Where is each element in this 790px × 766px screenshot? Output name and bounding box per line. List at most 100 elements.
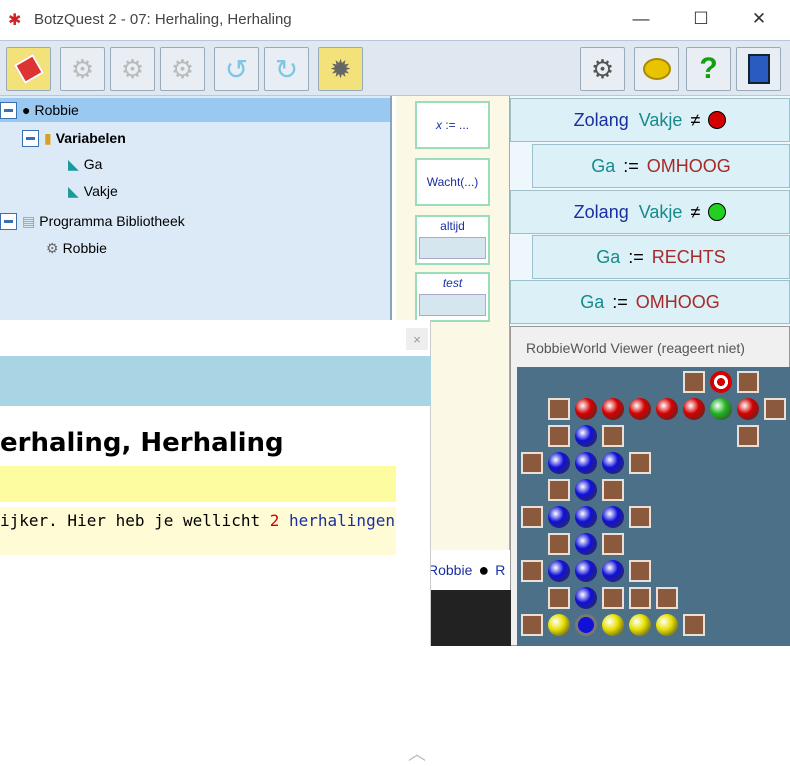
target-icon	[710, 371, 732, 393]
wall-block	[737, 371, 759, 393]
ball-red	[629, 398, 651, 420]
wall-block	[548, 533, 570, 555]
gears-icon: ⚙	[590, 53, 615, 84]
tree-item-ga[interactable]: ◣ Ga	[68, 152, 102, 176]
keyword: Zolang	[573, 201, 629, 222]
wall-block	[602, 425, 624, 447]
tree-item-variabelen[interactable]: ▮ Variabelen	[22, 126, 126, 150]
tree-item-vakje[interactable]: ◣ Vakje	[68, 179, 118, 203]
scroll-up-icon[interactable]: ︿	[408, 740, 426, 766]
ball-red	[737, 398, 759, 420]
operator: ≠	[690, 109, 701, 130]
tree-item-label: Vakje	[83, 183, 118, 199]
library-icon: ▤	[22, 212, 36, 229]
tree-item-label: Programma Bibliotheek	[39, 213, 185, 229]
close-button[interactable]: ✕	[736, 0, 782, 38]
redo-button[interactable]: ↻	[264, 47, 309, 91]
gear-plus-icon: ⚙	[170, 53, 195, 84]
collapse-toggle[interactable]	[0, 212, 17, 230]
tree-item-bibliotheek[interactable]: ▤ Programma Bibliotheek	[0, 209, 185, 233]
run-button[interactable]: ✹	[318, 47, 363, 91]
collapse-toggle[interactable]	[0, 101, 17, 119]
medal-icon	[642, 58, 671, 80]
value: OMHOOG	[635, 291, 720, 312]
help-highlight	[0, 466, 396, 502]
red-dot-icon	[708, 111, 727, 129]
ball-blue	[575, 425, 597, 447]
world-grid[interactable]	[517, 367, 790, 646]
tree-item-robbie-routine[interactable]: ⚙ Robbie	[46, 236, 107, 260]
wall-block	[602, 479, 624, 501]
wait-label: Wacht(...)	[426, 175, 479, 189]
gear-plus-icon: ⚙	[120, 53, 145, 84]
code-row-while[interactable]: Zolang Vakje ≠	[510, 190, 790, 234]
wall-block	[629, 506, 651, 528]
wall-block	[602, 587, 624, 609]
redo-icon: ↻	[274, 53, 299, 85]
operator: ≠	[690, 201, 701, 222]
assign-statement[interactable]: x := ...	[415, 101, 490, 149]
maximize-button[interactable]: ☐	[678, 0, 724, 38]
value: RECHTS	[651, 246, 726, 267]
robot-icon	[575, 614, 597, 636]
status-trailing: R	[495, 562, 506, 578]
help-link[interactable]: herhalingen	[289, 511, 395, 530]
help-paragraph: ijker. Hier heb je wellicht 2 herhalinge…	[0, 507, 396, 555]
wall-block	[629, 560, 651, 582]
code-row-assign[interactable]: Ga:= OMHOOG	[510, 280, 790, 324]
exit-button[interactable]	[736, 47, 781, 91]
wall-block	[521, 452, 543, 474]
keyword: Zolang	[573, 109, 629, 130]
code-row-while[interactable]: Zolang Vakje ≠	[510, 98, 790, 142]
wait-statement[interactable]: Wacht(...)	[415, 158, 490, 206]
add-robot-button[interactable]: ⚙	[60, 47, 105, 91]
help-close-button[interactable]: ×	[406, 328, 428, 350]
ball-blue	[602, 506, 624, 528]
settings-button[interactable]: ⚙	[580, 47, 625, 91]
variable: Vakje	[638, 201, 683, 222]
window-title: BotzQuest 2 - 07: Herhaling, Herhaling	[34, 11, 292, 28]
help-text: ijker. Hier heb je wellicht	[0, 511, 270, 530]
gear-plus-icon: ⚙	[70, 53, 95, 84]
test-label: test	[442, 276, 463, 290]
variable: Ga	[596, 246, 621, 267]
ball-blue	[602, 452, 624, 474]
question-icon: ?	[699, 52, 718, 85]
code-row-assign[interactable]: Ga := RECHTS	[532, 235, 790, 279]
robot-spark-icon: ✹	[329, 53, 352, 84]
tree-item-label: Variabelen	[55, 130, 126, 146]
always-statement[interactable]: altijd	[415, 215, 490, 265]
assign-var: x	[435, 118, 442, 132]
eraser-button[interactable]	[6, 47, 51, 91]
ball-yellow	[548, 614, 570, 636]
help-button[interactable]: ?	[686, 47, 731, 91]
green-dot-icon	[708, 203, 727, 221]
code-row-assign[interactable]: Ga:= OMHOOG	[532, 144, 790, 188]
undo-button[interactable]: ↺	[214, 47, 259, 91]
tree-item-label: Robbie	[34, 102, 79, 118]
collapse-toggle[interactable]	[22, 129, 39, 147]
wall-block	[764, 398, 786, 420]
ball-green	[710, 398, 732, 420]
test-slot	[419, 294, 486, 316]
help-number: 2	[269, 511, 280, 530]
add-routine-button[interactable]: ⚙	[110, 47, 155, 91]
add-function-button[interactable]: ⚙	[160, 47, 205, 91]
ball-blue	[575, 533, 597, 555]
ball-blue	[575, 506, 597, 528]
coin-button[interactable]	[634, 47, 679, 91]
wall-block	[548, 398, 570, 420]
wall-block	[602, 533, 624, 555]
wall-block	[548, 587, 570, 609]
operator: :=	[628, 246, 644, 267]
minimize-button[interactable]: —	[618, 0, 664, 38]
tree-item-robbie[interactable]: ● Robbie	[0, 98, 390, 122]
program-tree: ● Robbie ▮ Variabelen ◣ Ga ◣ Vakje ▤ Pro…	[0, 96, 392, 320]
ball-blue	[548, 506, 570, 528]
variable-icon: ◣	[68, 155, 79, 172]
folder-icon: ▮	[44, 129, 52, 146]
variable: Vakje	[638, 109, 683, 130]
test-statement[interactable]: test	[415, 272, 490, 322]
ball-blue	[575, 560, 597, 582]
tree-item-label: Ga	[83, 156, 103, 172]
